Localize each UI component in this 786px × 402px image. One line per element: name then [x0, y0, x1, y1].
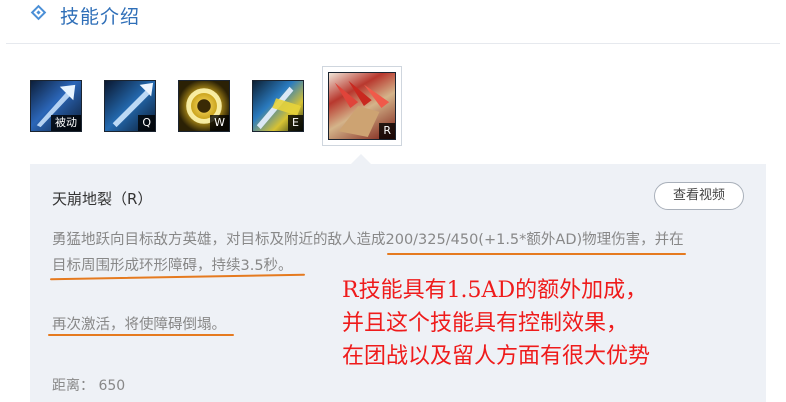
diamond-icon: [30, 4, 47, 21]
skill-r-button[interactable]: R: [328, 72, 396, 140]
skill-key-label: R: [379, 123, 395, 139]
watch-video-button[interactable]: 查看视频: [654, 182, 744, 210]
skill-description-line: 目标周围形成环形障碍，持续3.5秒。: [52, 258, 293, 274]
section-title: 技能介绍: [60, 6, 141, 28]
header-divider: [6, 43, 780, 44]
annotation-line: 在团战以及留人方面有很大优势: [342, 344, 651, 369]
skill-key-label: W: [210, 115, 229, 131]
skill-description-line: 再次激活，将使障碍倒塌。: [52, 317, 226, 333]
skill-name: 天崩地裂（R）: [52, 190, 153, 208]
skill-description-line: 勇猛地跃向目标敌方英雄，对目标及附近的敌人造成200/325/450(+1.5*…: [52, 232, 684, 248]
skill-key-label: 被动: [51, 115, 81, 131]
skill-passive-button[interactable]: 被动: [30, 80, 82, 132]
skill-range: 距离： 650: [52, 378, 126, 394]
highlight-underline: [387, 253, 686, 255]
highlight-underline: [48, 334, 234, 336]
section-header: 技能介绍: [0, 0, 786, 44]
skill-q-button[interactable]: Q: [104, 80, 156, 132]
skill-key-label: Q: [138, 115, 155, 131]
annotation-line: 并且这个技能具有控制效果，: [342, 311, 629, 336]
skill-w-button[interactable]: W: [178, 80, 230, 132]
skill-e-button[interactable]: E: [252, 80, 304, 132]
annotation-line: R技能具有1.5AD的额外加成，: [342, 278, 648, 303]
skill-key-label: E: [288, 115, 303, 131]
